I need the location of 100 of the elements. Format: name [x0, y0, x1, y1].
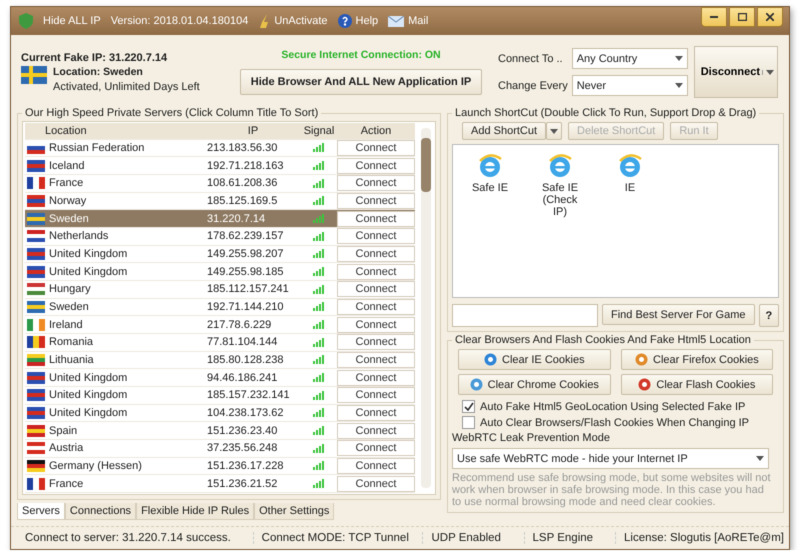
webrtc-dropdown[interactable]: Use safe WebRTC mode - hide your Internet IP: [452, 448, 770, 469]
clear-cookies-button[interactable]: Clear Flash Cookies: [620, 374, 774, 395]
server-row[interactable]: Russian Federation 213.183.56.30 Connect: [25, 140, 415, 158]
connect-button[interactable]: Connect: [337, 175, 415, 192]
shortcut-item[interactable]: Safe IE (Check IP): [535, 153, 585, 218]
server-row[interactable]: Spain 151.236.23.40 Connect: [25, 422, 415, 440]
table-cell-text: 185.125.169.5: [206, 194, 278, 207]
connect-button[interactable]: Connect: [337, 476, 415, 492]
signal-icon: [313, 461, 325, 470]
clear-cookies-button[interactable]: Clear Firefox Cookies: [620, 349, 774, 370]
tab[interactable]: Other Settings: [254, 503, 334, 520]
column-header[interactable]: Signal: [301, 124, 337, 137]
server-row[interactable]: United Kingdom 104.238.173.62 Connect: [25, 404, 415, 422]
tab[interactable]: Connections: [64, 503, 136, 520]
server-row[interactable]: Hungary 185.112.157.241 Connect: [25, 280, 415, 299]
server-row[interactable]: Ireland 217.78.6.229 Connect: [25, 316, 415, 334]
status-text: LSP Engine: [524, 532, 616, 544]
tab[interactable]: Flexible Hide IP Rules: [136, 503, 254, 520]
shortcut-item[interactable]: Safe IE: [465, 153, 515, 194]
connect-button[interactable]: Connect: [337, 210, 415, 227]
column-header[interactable]: Action: [337, 124, 415, 137]
input-field[interactable]: [452, 304, 598, 327]
checkbox-option[interactable]: Auto Clear Browsers/Flash Cookies When Changing IP: [452, 416, 780, 429]
server-row[interactable]: Sweden 31.220.7.14 Connect: [25, 210, 415, 228]
maximize-button[interactable]: [729, 7, 755, 27]
connect-button[interactable]: Connect: [337, 298, 415, 315]
table-cell: United Kingdom: [25, 266, 205, 278]
checkbox[interactable]: [462, 416, 475, 429]
menu-item[interactable]: Mail: [388, 15, 428, 27]
clear-cookies-button[interactable]: Clear IE Cookies: [458, 349, 611, 370]
table-cell-text: 104.238.173.62: [206, 406, 284, 419]
table-cell-text: 77.81.104.144: [206, 336, 278, 348]
column-header[interactable]: IP: [205, 124, 301, 137]
checkbox[interactable]: [462, 400, 475, 413]
table-cell-text: 108.61.208.36: [206, 177, 278, 190]
interval-dropdown[interactable]: Never: [572, 75, 688, 96]
server-row[interactable]: France 151.236.21.52 Connect: [25, 475, 415, 493]
server-row[interactable]: Netherlands 178.62.239.157 Connect: [25, 228, 415, 246]
signal-icon: [313, 479, 325, 488]
menu-item[interactable]: Help: [338, 14, 378, 28]
connect-button[interactable]: Connect: [337, 387, 415, 404]
help-icon: [338, 14, 352, 28]
connect-button[interactable]: Connect: [337, 422, 415, 439]
flag-icon: [27, 300, 45, 313]
connect-button[interactable]: Connect: [337, 264, 415, 280]
scrollbar[interactable]: [421, 128, 431, 488]
server-row[interactable]: Germany (Hessen) 151.236.17.228 Connect: [25, 458, 415, 476]
close-button[interactable]: [757, 7, 783, 27]
table-cell: Hungary: [25, 283, 205, 296]
connect-button[interactable]: Connect: [337, 228, 415, 244]
connect-button[interactable]: Connect: [337, 334, 415, 350]
hide-ip-button[interactable]: Hide Browser And ALL New Application IP: [240, 69, 482, 95]
signal-icon: [313, 178, 325, 188]
table-cell: United Kingdom: [25, 389, 205, 402]
flag-icon: [27, 177, 45, 190]
table-cell: Norway: [25, 194, 205, 207]
signal-icon: [313, 249, 325, 258]
flag-icon: [27, 283, 45, 296]
server-row[interactable]: United Kingdom 94.46.186.241 Connect: [25, 369, 415, 387]
shortcut-button[interactable]: Add ShortCut: [462, 122, 546, 140]
country-dropdown[interactable]: Any Country: [572, 48, 688, 69]
server-row[interactable]: Sweden 192.71.144.210 Connect: [25, 298, 415, 316]
minimize-button[interactable]: [701, 7, 727, 27]
help-button[interactable]: ?: [758, 304, 780, 327]
signal-icon: [313, 390, 325, 400]
table-cell-text: 94.46.186.241: [206, 372, 278, 384]
connect-button[interactable]: Connect: [337, 370, 415, 386]
tab[interactable]: Servers: [17, 503, 65, 520]
disconnect-button[interactable]: Disconnect: [694, 46, 778, 98]
connect-button[interactable]: Connect: [337, 458, 415, 474]
table-cell: United Kingdom: [25, 372, 205, 384]
connect-button[interactable]: Connect: [337, 281, 415, 298]
shortcut-item[interactable]: IE: [605, 153, 655, 194]
dropdown-button[interactable]: [546, 122, 562, 140]
server-row[interactable]: United Kingdom 149.255.98.185 Connect: [25, 263, 415, 281]
connect-button[interactable]: Connect: [337, 352, 415, 368]
clear-cookies-button[interactable]: Clear Chrome Cookies: [458, 374, 611, 395]
signal-icon: [313, 284, 325, 294]
minimize-icon: [710, 16, 718, 18]
table-cell: Romania: [25, 336, 205, 348]
column-header[interactable]: Location: [25, 124, 205, 137]
find-server-button[interactable]: Find Best Server For Game: [602, 304, 754, 325]
server-row[interactable]: Iceland 192.71.218.163 Connect: [25, 157, 415, 175]
server-row[interactable]: France 108.61.208.36 Connect: [25, 174, 415, 193]
connect-button[interactable]: Connect: [337, 440, 415, 456]
connect-button[interactable]: Connect: [337, 246, 415, 262]
server-row[interactable]: United Kingdom 149.255.98.207 Connect: [25, 246, 415, 264]
menu-item[interactable]: UnActivate: [258, 14, 328, 28]
server-row[interactable]: Lithuania 185.80.128.238 Connect: [25, 352, 415, 370]
connect-button[interactable]: Connect: [337, 316, 415, 333]
server-row[interactable]: United Kingdom 185.157.232.141 Connect: [25, 386, 415, 405]
connect-button[interactable]: Connect: [337, 140, 415, 156]
flag-icon: [27, 478, 45, 490]
connect-button[interactable]: Connect: [337, 158, 415, 174]
connect-button[interactable]: Connect: [337, 192, 415, 209]
caret-icon: [550, 128, 558, 134]
server-row[interactable]: Romania 77.81.104.144 Connect: [25, 334, 415, 352]
checkbox-option[interactable]: Auto Fake Html5 GeoLocation Using Selected Fake IP: [452, 400, 780, 413]
server-row[interactable]: Austria 37.235.56.248 Connect: [25, 440, 415, 458]
connect-button[interactable]: Connect: [337, 404, 415, 421]
